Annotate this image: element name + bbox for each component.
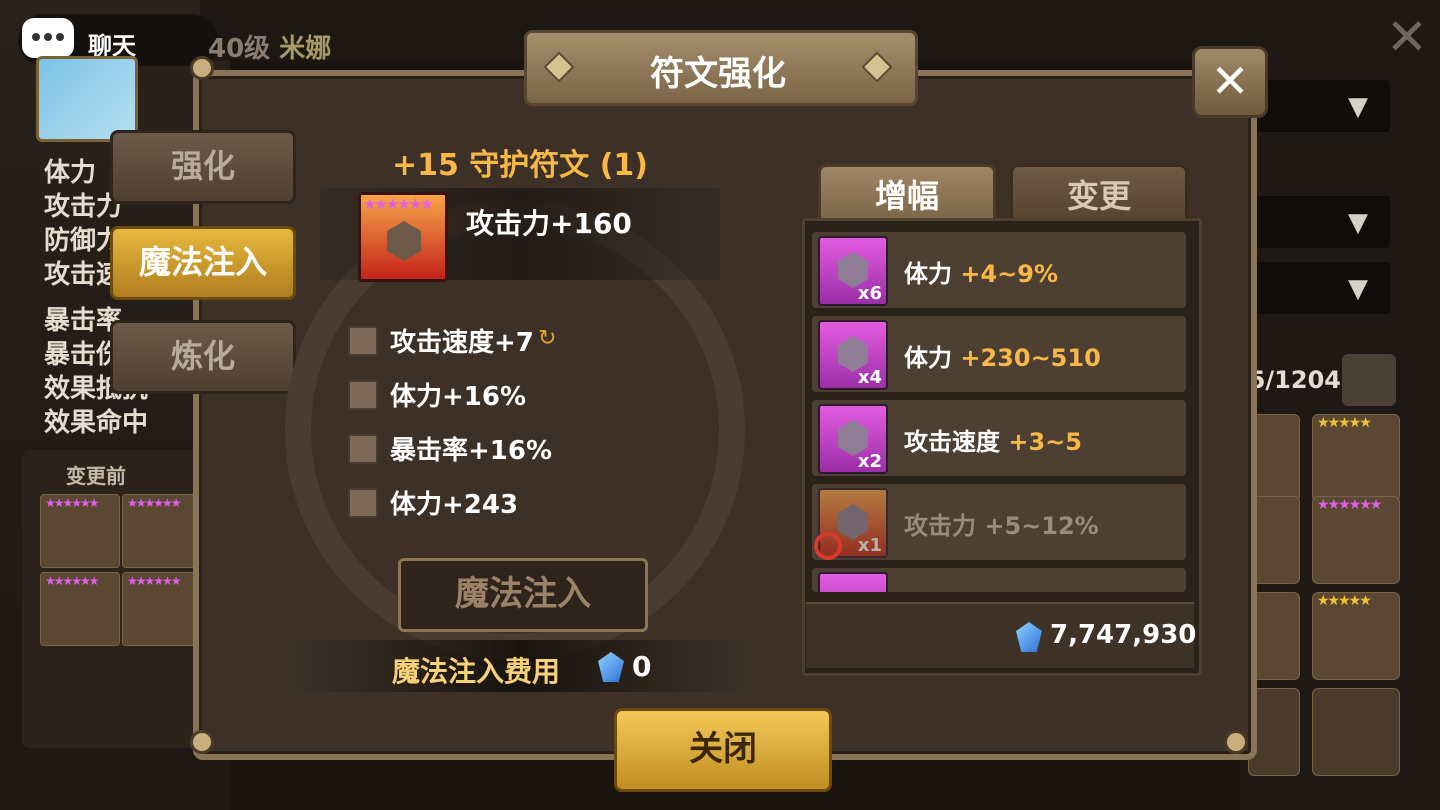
tab-change[interactable]: 变更: [1010, 164, 1188, 225]
rune-main-stat: 攻击力+160: [466, 207, 632, 240]
sub-stat-checkbox[interactable]: [348, 434, 378, 464]
chat-bubble-icon: [22, 18, 74, 58]
close-dialog-button[interactable]: ✕: [1192, 46, 1268, 118]
rune-slot[interactable]: ★★★★★★: [1312, 496, 1400, 584]
bag-icon[interactable]: [1342, 354, 1396, 406]
stat-label: 效果命中: [44, 408, 149, 438]
enchant-stone-icon: [818, 572, 888, 592]
stone-stat: 体力 +4~9%: [904, 260, 1059, 288]
rune-shape-icon: [387, 221, 421, 261]
enchant-stone-icon: x6: [818, 236, 888, 306]
rune-icon: ★★★★★★: [358, 192, 448, 282]
close-icon[interactable]: ✕: [1386, 8, 1428, 66]
cost-value: 0: [632, 650, 652, 683]
stone-stat: 攻击速度 +3~5: [904, 428, 1082, 456]
stone-quantity: x6: [857, 283, 882, 304]
chevron-down-icon: ▼: [1348, 208, 1368, 238]
list-item[interactable]: x4 体力 +230~510: [812, 316, 1186, 392]
dialog-title: 符文强化: [650, 54, 786, 94]
stone-stat: 体力 +230~510: [904, 344, 1101, 372]
tab-magic-infuse[interactable]: 魔法注入: [110, 226, 296, 300]
list-item[interactable]: [812, 568, 1186, 592]
chevron-down-icon: ▼: [1348, 92, 1368, 122]
player-level-text: 40级: [208, 34, 271, 64]
rune-slot[interactable]: ★★★★★★: [122, 572, 202, 646]
crystal-balance: 7,747,930: [1050, 620, 1197, 650]
close-button[interactable]: 关闭: [614, 708, 832, 792]
sub-stat-checkbox[interactable]: [348, 380, 378, 410]
stone-quantity: x2: [857, 451, 882, 472]
chevron-down-icon: ▼: [1348, 274, 1368, 304]
player-name: 米娜: [279, 34, 332, 64]
rune-slot[interactable]: ★★★★★★: [40, 494, 120, 568]
rune-stars: ★★★★★★: [363, 195, 434, 213]
cost-label: 魔法注入费用: [392, 655, 561, 688]
corner-ornament: [1224, 730, 1248, 754]
list-item[interactable]: x1 攻击力 +5~12%: [812, 484, 1186, 560]
sub-stat-text: 暴击率+16%: [390, 436, 553, 466]
sub-stat-text: 攻击速度+7: [390, 328, 534, 358]
magic-infuse-button[interactable]: 魔法注入: [398, 558, 648, 632]
player-level: 40级 米娜: [208, 28, 331, 65]
sub-stat-text: 体力+243: [390, 490, 519, 520]
list-item[interactable]: x2 攻击速度 +3~5: [812, 400, 1186, 476]
rune-slot[interactable]: ★★★★★★: [122, 494, 202, 568]
corner-ornament: [190, 56, 214, 80]
stone-quantity: x4: [857, 367, 882, 388]
corner-ornament: [190, 730, 214, 754]
enchant-stone-icon: x2: [818, 404, 888, 474]
before-change-label: 变更前: [66, 464, 126, 488]
tab-refine[interactable]: 炼化: [110, 320, 296, 394]
rune-title: +15 守护符文 (1): [391, 148, 649, 183]
sub-stat-checkbox[interactable]: [348, 326, 378, 356]
list-item[interactable]: x6 体力 +4~9%: [812, 232, 1186, 308]
tab-amplify[interactable]: 增幅: [818, 164, 996, 225]
sub-stat-checkbox[interactable]: [348, 488, 378, 518]
stone-stat: 攻击力 +5~12%: [904, 512, 1099, 540]
stone-quantity: x1: [857, 535, 882, 556]
rune-slot[interactable]: ★★★★★: [1312, 414, 1400, 502]
prohibited-icon: [814, 532, 842, 560]
empty-slot[interactable]: [1312, 688, 1400, 776]
tab-enhance[interactable]: 强化: [110, 130, 296, 204]
sub-stat-text: 体力+16%: [390, 382, 527, 412]
rune-slot[interactable]: ★★★★★: [1312, 592, 1400, 680]
enchant-stone-icon: x4: [818, 320, 888, 390]
rune-slot[interactable]: ★★★★★★: [40, 572, 120, 646]
refresh-icon: ↻: [538, 326, 557, 351]
